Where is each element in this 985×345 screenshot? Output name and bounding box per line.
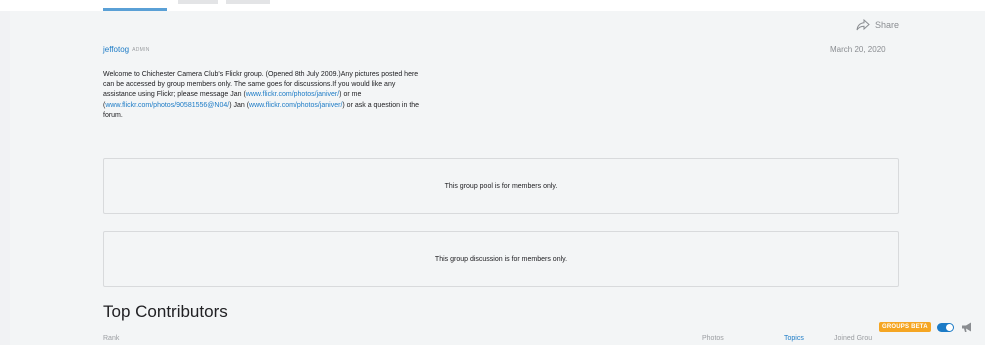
link-90581556[interactable]: www.flickr.com/photos/90581556@N04/ <box>105 102 229 109</box>
tab-more[interactable] <box>226 0 270 4</box>
discussion-notice: This group discussion is for members onl… <box>434 255 568 263</box>
top-contributors-title: Top Contributors <box>103 302 228 321</box>
link-janiver[interactable]: www.flickr.com/photos/janiver/ <box>246 91 339 98</box>
column-topics[interactable]: Topics <box>784 335 804 342</box>
megaphone-icon[interactable] <box>960 321 974 333</box>
author-link[interactable]: jeffotog <box>103 45 129 54</box>
column-rank: Rank <box>103 335 120 342</box>
share-icon <box>856 19 870 31</box>
beta-toggle[interactable] <box>936 322 954 332</box>
share-button[interactable]: Share <box>856 18 899 32</box>
tabs-strip <box>0 0 985 11</box>
post-author: jeffotog ADMIN <box>103 45 150 54</box>
admin-badge: ADMIN <box>132 47 150 53</box>
groups-beta-control: GROUPS BETA <box>879 320 974 334</box>
discussion-members-only-box: This group discussion is for members onl… <box>103 231 899 287</box>
group-description: Welcome to Chichester Camera Club's Flic… <box>103 70 428 121</box>
pool-notice: This group pool is for members only. <box>444 182 558 190</box>
groups-beta-badge: GROUPS BETA <box>879 322 931 332</box>
column-joined[interactable]: Joined Grou <box>834 335 872 342</box>
column-photos[interactable]: Photos <box>702 335 724 342</box>
share-label: Share <box>875 20 900 30</box>
post-date: March 20, 2020 <box>830 45 886 54</box>
tab-about[interactable] <box>178 0 218 4</box>
description-text: ) Jan ( <box>229 101 250 109</box>
link-janiver-2[interactable]: www.flickr.com/photos/janiver/ <box>249 102 342 109</box>
pool-members-only-box: This group pool is for members only. <box>103 158 899 214</box>
toggle-knob <box>945 323 953 331</box>
